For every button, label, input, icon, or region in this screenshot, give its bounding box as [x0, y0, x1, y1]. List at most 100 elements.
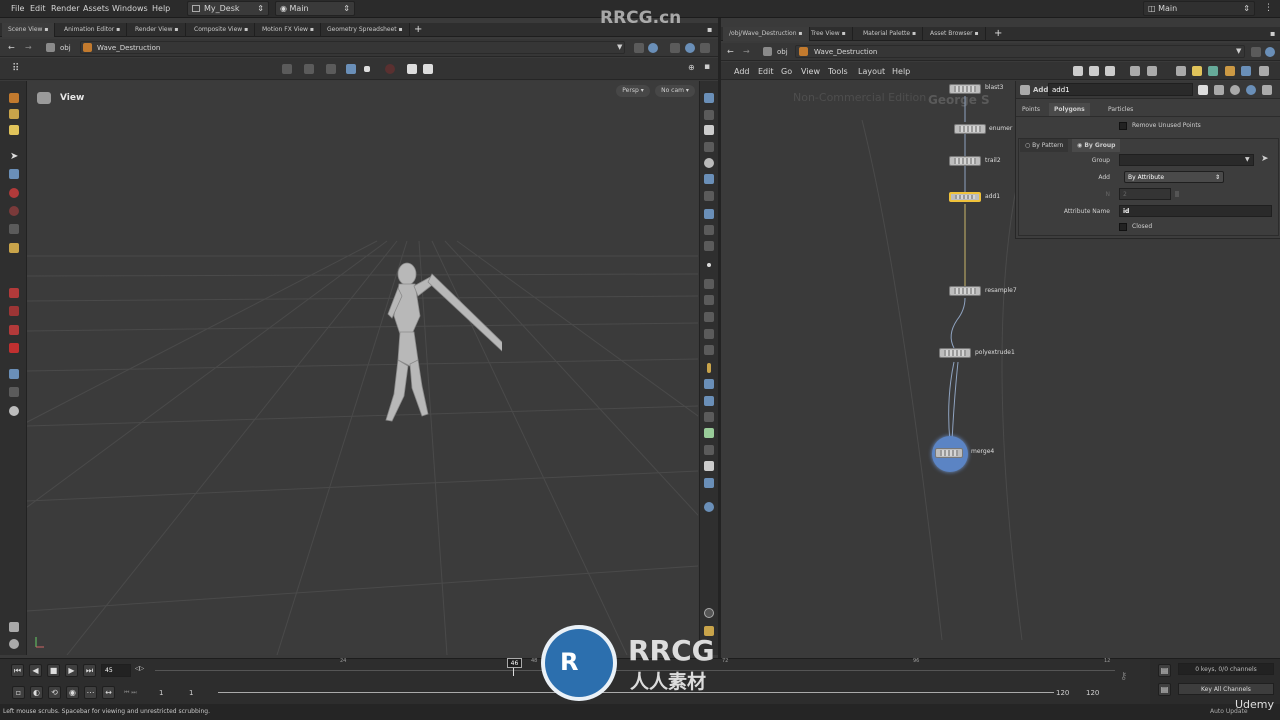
tab-geometry-spreadsheet[interactable]: Geometry Spreadsheet ▪ — [321, 23, 410, 37]
display-option-icon[interactable] — [704, 142, 714, 152]
color-icon[interactable] — [1225, 66, 1235, 76]
node-polyextrude1[interactable] — [939, 348, 971, 358]
node-add1[interactable] — [949, 192, 981, 202]
display-option-icon[interactable] — [704, 379, 714, 389]
add-tab-icon[interactable]: + — [994, 28, 1002, 39]
pin-icon[interactable] — [1251, 47, 1261, 57]
help-icon[interactable] — [685, 43, 695, 53]
gear-icon[interactable] — [1198, 85, 1208, 95]
group-dropdown-icon[interactable]: ▼ — [1245, 156, 1250, 163]
paint-tool-icon[interactable] — [9, 188, 19, 198]
start-frame[interactable]: 1 — [159, 689, 163, 697]
pin-viewport-icon[interactable]: ⊕ — [688, 63, 695, 72]
display-option-icon[interactable] — [704, 225, 714, 235]
tab-animation-editor[interactable]: Animation Editor ▪ — [58, 23, 128, 37]
lock-tool-icon[interactable] — [9, 169, 19, 179]
view-tool-icon[interactable] — [9, 369, 19, 379]
n-field[interactable]: 2 — [1119, 188, 1171, 200]
subtab-by-group[interactable]: ◉ By Group — [1072, 139, 1121, 152]
tab-render-view[interactable]: Render View ▪ — [129, 23, 186, 37]
display-option-icon[interactable] — [704, 209, 714, 219]
play-forward-button[interactable]: ▶ — [65, 664, 78, 677]
path-dropdown-icon[interactable]: ▼ — [617, 43, 622, 51]
wireframe-icon[interactable] — [364, 66, 370, 72]
display-option-icon[interactable] — [282, 64, 292, 74]
key-all-channels-select[interactable]: Key All Channels — [1178, 683, 1274, 695]
help-icon[interactable] — [1246, 85, 1256, 95]
add-mode-select[interactable]: By Attribute ⇕ — [1124, 171, 1224, 183]
edit-icon[interactable] — [1214, 85, 1224, 95]
search-icon[interactable] — [1230, 85, 1240, 95]
display-option-icon[interactable] — [704, 191, 714, 201]
display-option-icon[interactable] — [704, 93, 714, 103]
back-arrow-icon[interactable]: ← — [727, 47, 734, 56]
keys-toggle[interactable]: ↔ — [102, 686, 115, 699]
tab-asset-browser[interactable]: Asset Browser ▪ — [924, 27, 986, 41]
shading-mode-icon[interactable] — [346, 64, 356, 74]
net-menu-go[interactable]: Go — [781, 67, 792, 76]
scene-light-icon[interactable] — [9, 622, 19, 632]
net-menu-layout[interactable]: Layout — [858, 67, 885, 76]
subtab-by-pattern[interactable]: ○ By Pattern — [1020, 139, 1069, 152]
attribute-name-field[interactable]: id — [1119, 205, 1272, 217]
group-field[interactable] — [1119, 154, 1254, 166]
menu-assets[interactable]: Assets — [83, 4, 109, 13]
range-step-icon[interactable]: ⏮ ⏭ — [124, 689, 137, 697]
path-root[interactable]: obj — [777, 48, 788, 56]
end-frame[interactable]: 120 — [1086, 689, 1099, 697]
note-icon[interactable] — [1192, 66, 1202, 76]
tab-material-palette[interactable]: Material Palette ▪ — [857, 27, 924, 41]
display-option-icon[interactable] — [704, 279, 714, 289]
node-resample7[interactable] — [949, 286, 981, 296]
more-icon[interactable] — [1262, 85, 1272, 95]
wrench-icon[interactable] — [1073, 66, 1083, 76]
viewport-menu-icon[interactable]: ▪ — [704, 62, 710, 72]
menu-file[interactable]: File — [11, 4, 24, 13]
display-option-icon[interactable] — [704, 295, 714, 305]
closed-checkbox[interactable] — [1119, 223, 1127, 231]
scale-tool-icon[interactable] — [9, 325, 19, 335]
link-icon[interactable] — [1265, 47, 1275, 57]
display-option-icon[interactable] — [704, 428, 714, 438]
info-icon[interactable] — [704, 608, 714, 618]
tab-network-path[interactable]: /obj/Wave_Destruction ▪ — [723, 27, 810, 41]
select-tool-icon[interactable] — [9, 93, 19, 103]
display-option-icon[interactable] — [704, 174, 714, 184]
play-reverse-button[interactable]: ◀ — [29, 664, 42, 677]
net-menu-help[interactable]: Help — [892, 67, 910, 76]
camera-menu[interactable]: No cam ▾ — [655, 85, 695, 97]
menu-windows[interactable]: Windows — [112, 4, 148, 13]
point-display-icon[interactable] — [707, 263, 711, 267]
measure-tool-icon[interactable] — [9, 243, 19, 253]
tree-icon[interactable] — [1089, 66, 1099, 76]
node-trail2[interactable] — [949, 156, 981, 166]
add-tab-icon[interactable]: + — [414, 24, 422, 35]
lock-camera-icon[interactable] — [704, 125, 714, 135]
display-option-icon[interactable] — [704, 412, 714, 422]
path-root[interactable]: obj — [60, 44, 71, 52]
display-option-icon[interactable] — [704, 241, 714, 251]
net-menu-view[interactable]: View — [801, 67, 820, 76]
display-option-icon[interactable] — [304, 64, 314, 74]
grid-icon[interactable] — [1147, 66, 1157, 76]
path-field[interactable] — [795, 45, 1245, 58]
node-merge4[interactable] — [935, 448, 963, 458]
menu-more-icon[interactable]: ⋮ — [1264, 3, 1273, 13]
param-tab-points[interactable]: Points — [1017, 103, 1045, 116]
display-option-icon[interactable] — [704, 345, 714, 355]
audio-toggle[interactable]: ◐ — [30, 686, 43, 699]
range-toggle[interactable]: ⋯ — [84, 686, 97, 699]
link-icon[interactable] — [648, 43, 658, 53]
param-tab-particles[interactable]: Particles — [1103, 103, 1138, 116]
display-option-icon[interactable] — [704, 158, 714, 168]
display-option-icon[interactable] — [704, 312, 714, 322]
realtime-toggle[interactable]: ▫ — [12, 686, 25, 699]
loop-toggle[interactable]: ⟲ — [48, 686, 61, 699]
magnet-tool-icon[interactable] — [9, 288, 19, 298]
display-option-icon[interactable] — [704, 461, 714, 471]
context-select[interactable]: ◉ Main ⇕ — [275, 1, 355, 16]
forward-arrow-icon[interactable]: → — [25, 43, 32, 52]
key-icon[interactable]: ⚷ — [1120, 671, 1127, 682]
n-slider[interactable] — [1175, 191, 1179, 197]
pane-divider[interactable] — [718, 18, 721, 658]
